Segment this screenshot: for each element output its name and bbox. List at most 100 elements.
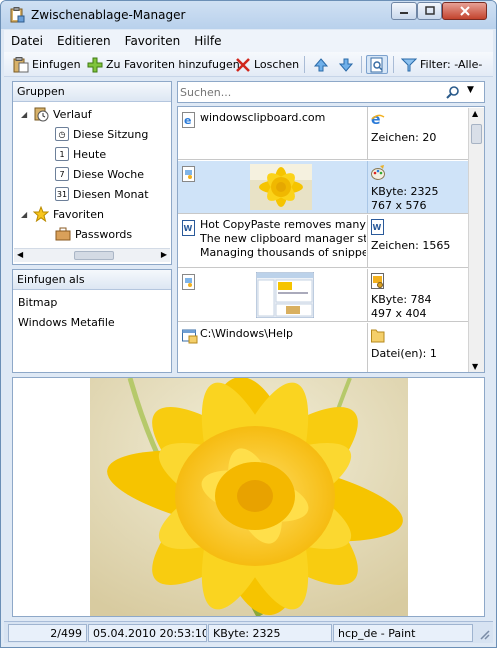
- preview-toggle-button[interactable]: [366, 55, 388, 74]
- menu-editieren[interactable]: Editieren: [50, 34, 118, 48]
- search-icon[interactable]: [446, 85, 460, 99]
- minimize-icon: [400, 12, 408, 14]
- image-app-icon: [371, 273, 384, 289]
- item-info-cell: KByte: 784 497 x 404: [368, 269, 468, 321]
- item-content-cell: e windowsclipboard.com: [178, 107, 368, 159]
- item-content-cell: [178, 269, 368, 321]
- svg-text:e: e: [184, 114, 191, 127]
- status-size: KByte: 2325: [208, 624, 332, 642]
- clipboard-item[interactable]: W Hot CopyPaste removes many ann The new…: [178, 215, 468, 268]
- scroll-up-icon[interactable]: ▲: [472, 109, 478, 118]
- close-button[interactable]: [442, 2, 487, 20]
- toolbar-separator: [304, 56, 305, 73]
- tree-item-this-session[interactable]: ◷ Diese Sitzung: [55, 125, 148, 143]
- paste-format-metafile[interactable]: Windows Metafile: [18, 316, 115, 329]
- search-dropdown-arrow-icon[interactable]: ▼: [467, 85, 474, 95]
- arrow-up-icon: [313, 57, 329, 71]
- add-favorite-button[interactable]: Zu Favoriten hinzufugen: [87, 55, 240, 74]
- window-title: Zwischenablage-Manager: [31, 8, 186, 22]
- svg-text:W: W: [184, 224, 193, 233]
- favorites-label: Favoriten: [53, 207, 104, 221]
- resize-grip-icon[interactable]: [478, 628, 490, 640]
- item-content-cell: [178, 161, 368, 213]
- item-info-cell: W Zeichen: 1565: [368, 215, 468, 267]
- session-icon: ◷: [55, 127, 69, 141]
- minimize-button[interactable]: [391, 2, 417, 20]
- tree-item-this-month[interactable]: 31 Diesen Monat: [55, 185, 149, 203]
- maximize-icon: [424, 6, 435, 15]
- status-bar: 2/499 05.04.2010 20:53:10 KByte: 2325 hc…: [4, 621, 493, 643]
- search-input[interactable]: [180, 84, 438, 100]
- filter-icon: [401, 58, 417, 71]
- paste-button[interactable]: Einfugen: [13, 55, 81, 74]
- flower-preview-image: [90, 378, 408, 616]
- scroll-down-icon[interactable]: ▼: [472, 362, 478, 371]
- calendar-week-icon: 7: [55, 167, 69, 181]
- scroll-left-icon[interactable]: ◀: [17, 250, 23, 259]
- move-down-button[interactable]: [338, 55, 354, 74]
- menu-bar: Datei Editieren Favoriten Hilfe: [4, 30, 493, 52]
- collapse-arrow-icon[interactable]: ◢: [21, 210, 29, 219]
- folder-window-icon: [182, 329, 198, 344]
- preview-pane: [12, 377, 485, 617]
- item-content-cell: C:\Windows\Help: [178, 323, 368, 372]
- maximize-button[interactable]: [417, 2, 442, 20]
- today-label: Heute: [73, 147, 107, 161]
- groups-header: Gruppen: [13, 82, 171, 102]
- menu-datei[interactable]: Datei: [4, 34, 50, 48]
- scroll-right-icon[interactable]: ▶: [161, 250, 167, 259]
- tree-item-passwords[interactable]: Passwords: [55, 225, 132, 243]
- paste-icon: [13, 56, 29, 72]
- tree-item-today[interactable]: 1 Heute: [55, 145, 106, 163]
- image-file-icon: [182, 274, 195, 290]
- clipboard-item[interactable]: e windowsclipboard.com e Zeichen: 20: [178, 107, 468, 160]
- paste-as-panel: Einfugen als Bitmap Windows Metafile: [12, 269, 172, 373]
- item-text-line: Managing thousands of snippets c: [200, 246, 366, 259]
- tree-item-this-week[interactable]: 7 Diese Woche: [55, 165, 144, 183]
- item-stat: Datei(en): 1: [371, 347, 437, 360]
- toolbar-separator: [393, 56, 394, 73]
- add-favorite-label: Zu Favoriten hinzufugen: [106, 58, 240, 71]
- filter-label: Filter: -Alle-: [420, 58, 483, 71]
- ie-icon: e: [182, 112, 195, 128]
- clipboard-item-selected[interactable]: KByte: 2325 767 x 576: [178, 161, 468, 214]
- scrollbar-thumb[interactable]: [74, 251, 114, 260]
- flower-thumbnail[interactable]: [250, 164, 312, 210]
- tree-item-favorites[interactable]: ◢ Favoriten: [21, 205, 104, 223]
- search-box: ▼: [177, 81, 485, 103]
- scrollbar-thumb[interactable]: [471, 124, 482, 144]
- clipboard-item[interactable]: KByte: 784 497 x 404: [178, 269, 468, 322]
- delete-button[interactable]: Loschen: [235, 55, 299, 74]
- word-icon: W: [371, 219, 384, 235]
- this-session-label: Diese Sitzung: [73, 127, 149, 141]
- groups-panel: Gruppen ◢ Verlauf ◷ Diese Sitzung 1 Heut…: [12, 81, 172, 265]
- item-info-cell: KByte: 2325 767 x 576: [368, 161, 468, 213]
- ie-logo-icon: e: [371, 112, 385, 127]
- star-icon: [33, 206, 49, 222]
- paste-format-bitmap[interactable]: Bitmap: [18, 296, 57, 309]
- delete-icon: [236, 57, 250, 72]
- item-dimensions-stat: 767 x 576: [371, 199, 427, 212]
- this-month-label: Diesen Monat: [73, 187, 149, 201]
- item-text: windowsclipboard.com: [200, 111, 326, 124]
- filter-dropdown[interactable]: Filter: -Alle-: [401, 55, 482, 74]
- item-text: C:\Windows\Help: [200, 327, 293, 340]
- items-vertical-scrollbar[interactable]: ▲ ▼: [468, 108, 484, 372]
- add-favorite-icon: [87, 57, 103, 72]
- arrow-down-icon: [338, 58, 354, 72]
- status-source: hcp_de - Paint: [333, 624, 473, 642]
- menu-favoriten[interactable]: Favoriten: [118, 34, 188, 48]
- tree-item-history[interactable]: ◢ Verlauf: [21, 105, 92, 123]
- item-text-line: The new clipboard manager stores: [200, 232, 366, 245]
- title-bar[interactable]: Zwischenablage-Manager: [1, 1, 496, 29]
- screenshot-thumbnail[interactable]: [256, 272, 314, 318]
- history-label: Verlauf: [53, 107, 92, 121]
- item-text-line: Hot CopyPaste removes many ann: [200, 218, 366, 231]
- collapse-arrow-icon[interactable]: ◢: [21, 110, 29, 119]
- groups-horizontal-scrollbar[interactable]: ◀ ▶: [14, 248, 170, 262]
- paste-as-header: Einfugen als: [13, 270, 171, 290]
- menu-hilfe[interactable]: Hilfe: [187, 34, 228, 48]
- item-dimensions-stat: 497 x 404: [371, 307, 427, 320]
- clipboard-item[interactable]: C:\Windows\Help Datei(en): 1: [178, 323, 468, 372]
- move-up-button[interactable]: [313, 55, 329, 74]
